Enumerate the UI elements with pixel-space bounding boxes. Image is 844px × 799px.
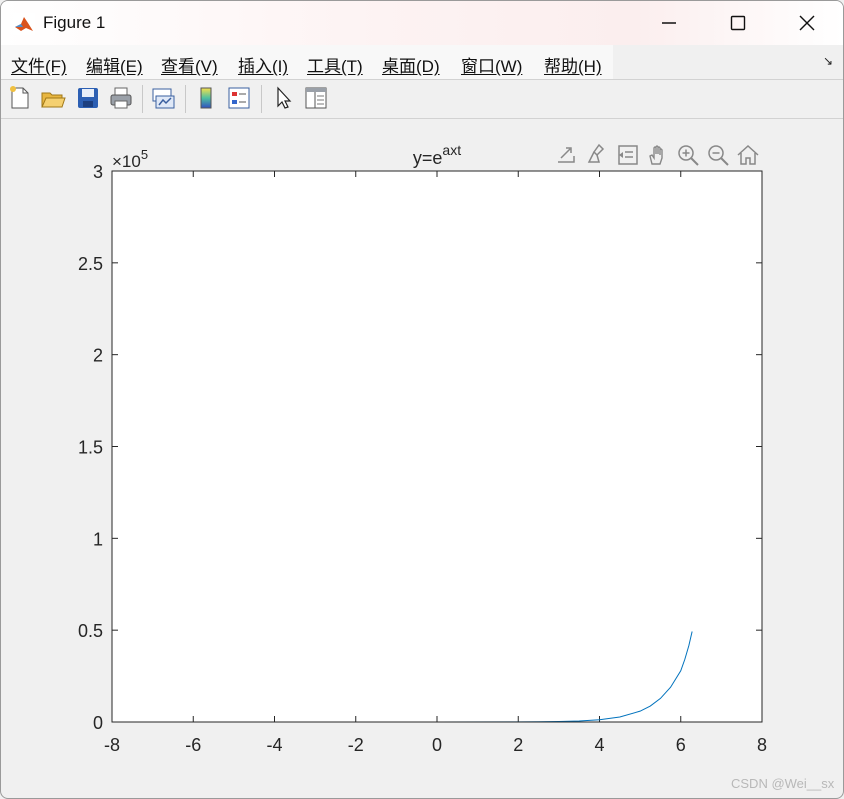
x-tick-label: -4 bbox=[266, 735, 282, 755]
chart-title: y=eaxt bbox=[413, 142, 461, 168]
x-tick-label: 8 bbox=[757, 735, 767, 755]
y-tick-label: 1 bbox=[93, 529, 103, 549]
watermark-text: CSDN @Wei__sx bbox=[731, 776, 835, 791]
figure-window: Figure 1 文件(F) 编辑(E) 查看(V) 插入(I) 工具(T) 桌… bbox=[0, 0, 844, 799]
x-tick-label: 2 bbox=[513, 735, 523, 755]
x-tick-label: -2 bbox=[348, 735, 364, 755]
x-tick-label: -8 bbox=[104, 735, 120, 755]
x-tick-label: 6 bbox=[676, 735, 686, 755]
y-tick-label: 2.5 bbox=[78, 254, 103, 274]
axes-background bbox=[112, 171, 762, 722]
x-tick-label: 0 bbox=[432, 735, 442, 755]
x-tick-label: -6 bbox=[185, 735, 201, 755]
y-tick-label: 0 bbox=[93, 713, 103, 733]
y-exponent-label: ×105 bbox=[112, 147, 148, 171]
y-tick-label: 0.5 bbox=[78, 621, 103, 641]
y-tick-label: 1.5 bbox=[78, 438, 103, 458]
y-tick-label: 3 bbox=[93, 162, 103, 182]
plot-canvas: -8 -6 -4 -2 0 2 4 6 8 0 0.5 1 1.5 2 2.5 3 y=eaxt ×105 bbox=[78, 142, 767, 755]
y-tick-label: 2 bbox=[93, 346, 103, 366]
x-tick-label: 4 bbox=[594, 735, 604, 755]
